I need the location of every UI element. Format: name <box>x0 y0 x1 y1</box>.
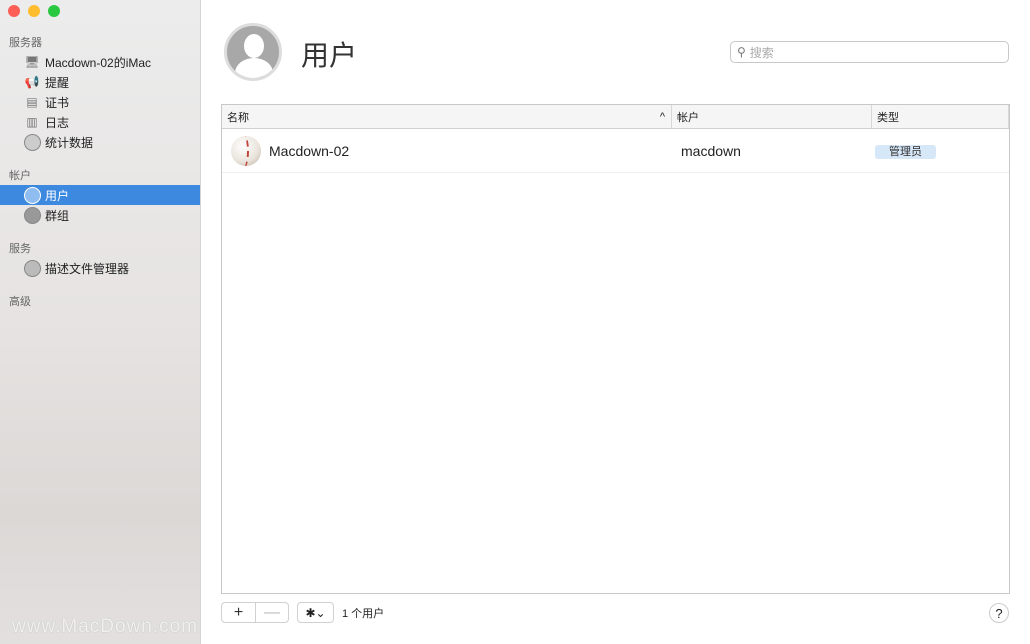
add-user-button[interactable]: + <box>222 603 255 622</box>
sidebar-item-label: 群组 <box>45 207 69 224</box>
user-type-badge: 管理员 <box>875 145 936 159</box>
window-controls <box>8 5 60 17</box>
search-icon: ⚲ <box>737 45 746 59</box>
sidebar-item-certificates[interactable]: ▤证书 <box>0 92 200 112</box>
column-name[interactable]: 名称 ^ <box>222 105 672 128</box>
sidebar-item-profile-manager[interactable]: 描述文件管理器 <box>0 258 200 278</box>
user-count: 1 个用户 <box>342 605 384 621</box>
column-label: 类型 <box>877 109 899 125</box>
megaphone-icon: 📢 <box>23 74 41 90</box>
user-icon <box>23 187 41 203</box>
users-avatar-icon <box>224 23 282 81</box>
stats-icon <box>23 134 41 150</box>
column-account[interactable]: 帐户 <box>672 105 872 128</box>
add-remove-control: + — <box>221 602 289 623</box>
certificate-icon: ▤ <box>23 94 41 110</box>
column-type[interactable]: 类型 <box>872 105 1009 128</box>
minimize-button[interactable] <box>28 5 40 17</box>
section-accounts: 帐户 <box>9 167 31 183</box>
remove-user-button[interactable]: — <box>255 603 288 622</box>
table-header: 名称 ^ 帐户 类型 <box>222 105 1009 129</box>
sidebar-item-label: 描述文件管理器 <box>45 260 129 277</box>
log-book-icon: ▥ <box>23 114 41 130</box>
sort-ascending-icon: ^ <box>660 111 665 123</box>
section-advanced[interactable]: 高级 <box>9 293 31 309</box>
sidebar-item-label: 证书 <box>45 94 69 111</box>
user-name: Macdown-02 <box>269 143 349 159</box>
section-server: 服务器 <box>9 34 42 50</box>
close-button[interactable] <box>8 5 20 17</box>
column-label: 名称 <box>227 109 249 125</box>
sidebar-item-stats[interactable]: 统计数据 <box>0 132 200 152</box>
sidebar-item-groups[interactable]: 群组 <box>0 205 200 225</box>
gear-menu-button[interactable]: ✱⌄ <box>297 602 334 623</box>
sidebar-item-alerts[interactable]: 📢提醒 <box>0 72 200 92</box>
sidebar-item-label: Macdown-02的iMac <box>45 54 151 71</box>
section-services: 服务 <box>9 240 31 256</box>
baseball-avatar-icon <box>231 136 261 166</box>
sidebar-item-server[interactable]: 🖥Macdown-02的iMac <box>0 52 200 72</box>
page-title: 用户 <box>301 34 357 74</box>
sidebar-item-label: 提醒 <box>45 74 69 91</box>
sidebar-item-logs[interactable]: ▥日志 <box>0 112 200 132</box>
group-icon <box>23 207 41 223</box>
sidebar: 服务器 🖥Macdown-02的iMac 📢提醒 ▤证书 ▥日志 统计数据 帐户… <box>0 0 201 644</box>
search-placeholder: 搜索 <box>750 44 774 61</box>
user-account: macdown <box>672 143 872 159</box>
help-button[interactable]: ? <box>989 603 1009 623</box>
table-row[interactable]: Macdown-02 macdown 管理员 <box>222 129 1009 173</box>
imac-icon: 🖥 <box>23 54 41 70</box>
search-input[interactable]: ⚲ 搜索 <box>730 41 1009 63</box>
sidebar-item-label: 用户 <box>45 187 69 204</box>
sidebar-item-label: 统计数据 <box>45 134 93 151</box>
column-label: 帐户 <box>677 109 699 125</box>
sidebar-item-label: 日志 <box>45 114 69 131</box>
watermark: www.MacDown.com <box>12 616 198 638</box>
users-table: 名称 ^ 帐户 类型 Macdown-02 macdown 管理员 <box>221 104 1010 594</box>
profile-manager-icon <box>23 260 41 276</box>
zoom-button[interactable] <box>48 5 60 17</box>
footer-toolbar: + — ✱⌄ 1 个用户 <box>221 602 384 623</box>
main-pane: 用户 ⚲搜索 名称^ 帐户 类型 Macdown-02 macdown 管理员 … <box>201 0 1030 644</box>
sidebar-item-users[interactable]: 用户 <box>0 185 200 205</box>
